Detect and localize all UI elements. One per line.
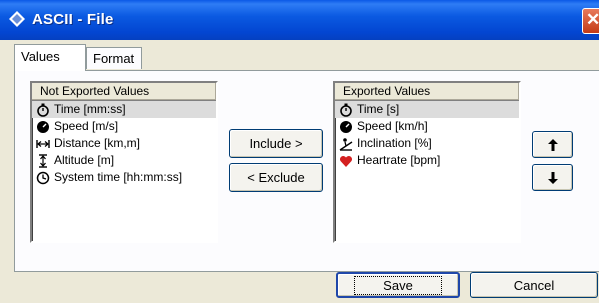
list-item[interactable]: Altitude [m]: [32, 152, 216, 169]
move-up-button[interactable]: [532, 131, 573, 158]
cancel-button[interactable]: Cancel: [470, 272, 598, 298]
diamond-app-icon: [9, 11, 25, 27]
list-item[interactable]: Distance [km,m]: [32, 135, 216, 152]
window-title: ASCII - File: [32, 11, 114, 28]
stopwatch-icon: [37, 103, 49, 117]
altitude-icon: [39, 153, 47, 168]
speedometer-icon: [340, 120, 352, 133]
list-item[interactable]: Time [s]: [335, 101, 519, 118]
list-item-label: System time [hh:mm:ss]: [54, 170, 183, 184]
dialog-window: ASCII - File ✕ Values Format Not Exporte…: [0, 0, 599, 303]
list-item-label: Altitude [m]: [54, 153, 115, 167]
list-item-label: Heartrate [bpm]: [357, 153, 441, 167]
list-item[interactable]: Speed [m/s]: [32, 118, 216, 135]
list-item[interactable]: Speed [km/h]: [335, 118, 519, 135]
list-item[interactable]: Heartrate [bpm]: [335, 152, 519, 169]
include-button[interactable]: Include >: [229, 129, 323, 158]
stopwatch-icon: [340, 103, 352, 117]
heart-icon: [339, 155, 353, 167]
not-exported-list[interactable]: Not Exported Values Time [mm:ss] Speed […: [30, 81, 218, 243]
arrow-down-icon: [547, 171, 558, 184]
exported-header: Exported Values: [335, 83, 519, 101]
save-button[interactable]: Save: [336, 272, 460, 298]
list-item-label: Distance [km,m]: [54, 136, 141, 150]
list-item[interactable]: Inclination [%]: [335, 135, 519, 152]
list-item-label: Inclination [%]: [357, 136, 432, 150]
tab-values[interactable]: Values: [14, 44, 86, 71]
not-exported-header: Not Exported Values: [32, 83, 216, 101]
exported-list[interactable]: Exported Values Time [s] Speed [km/h] In…: [333, 81, 521, 243]
move-down-button[interactable]: [532, 164, 573, 191]
list-item-label: Time [mm:ss]: [54, 102, 126, 116]
exclude-button[interactable]: < Exclude: [229, 163, 323, 192]
save-button-label: Save: [354, 275, 442, 295]
list-item-label: Speed [km/h]: [357, 119, 428, 133]
list-item[interactable]: System time [hh:mm:ss]: [32, 169, 216, 186]
distance-arrows-icon: [36, 139, 50, 148]
clock-icon: [36, 171, 50, 184]
close-button[interactable]: ✕: [582, 8, 599, 34]
tab-format[interactable]: Format: [86, 47, 142, 69]
list-item-label: Time [s]: [357, 102, 400, 116]
title-bar[interactable]: ASCII - File ✕: [0, 0, 599, 40]
close-icon: ✕: [586, 10, 599, 29]
arrow-up-icon: [547, 138, 558, 151]
inclination-icon: [339, 137, 353, 151]
list-item[interactable]: Time [mm:ss]: [32, 101, 216, 118]
speedometer-icon: [37, 120, 49, 133]
list-item-label: Speed [m/s]: [54, 119, 119, 133]
